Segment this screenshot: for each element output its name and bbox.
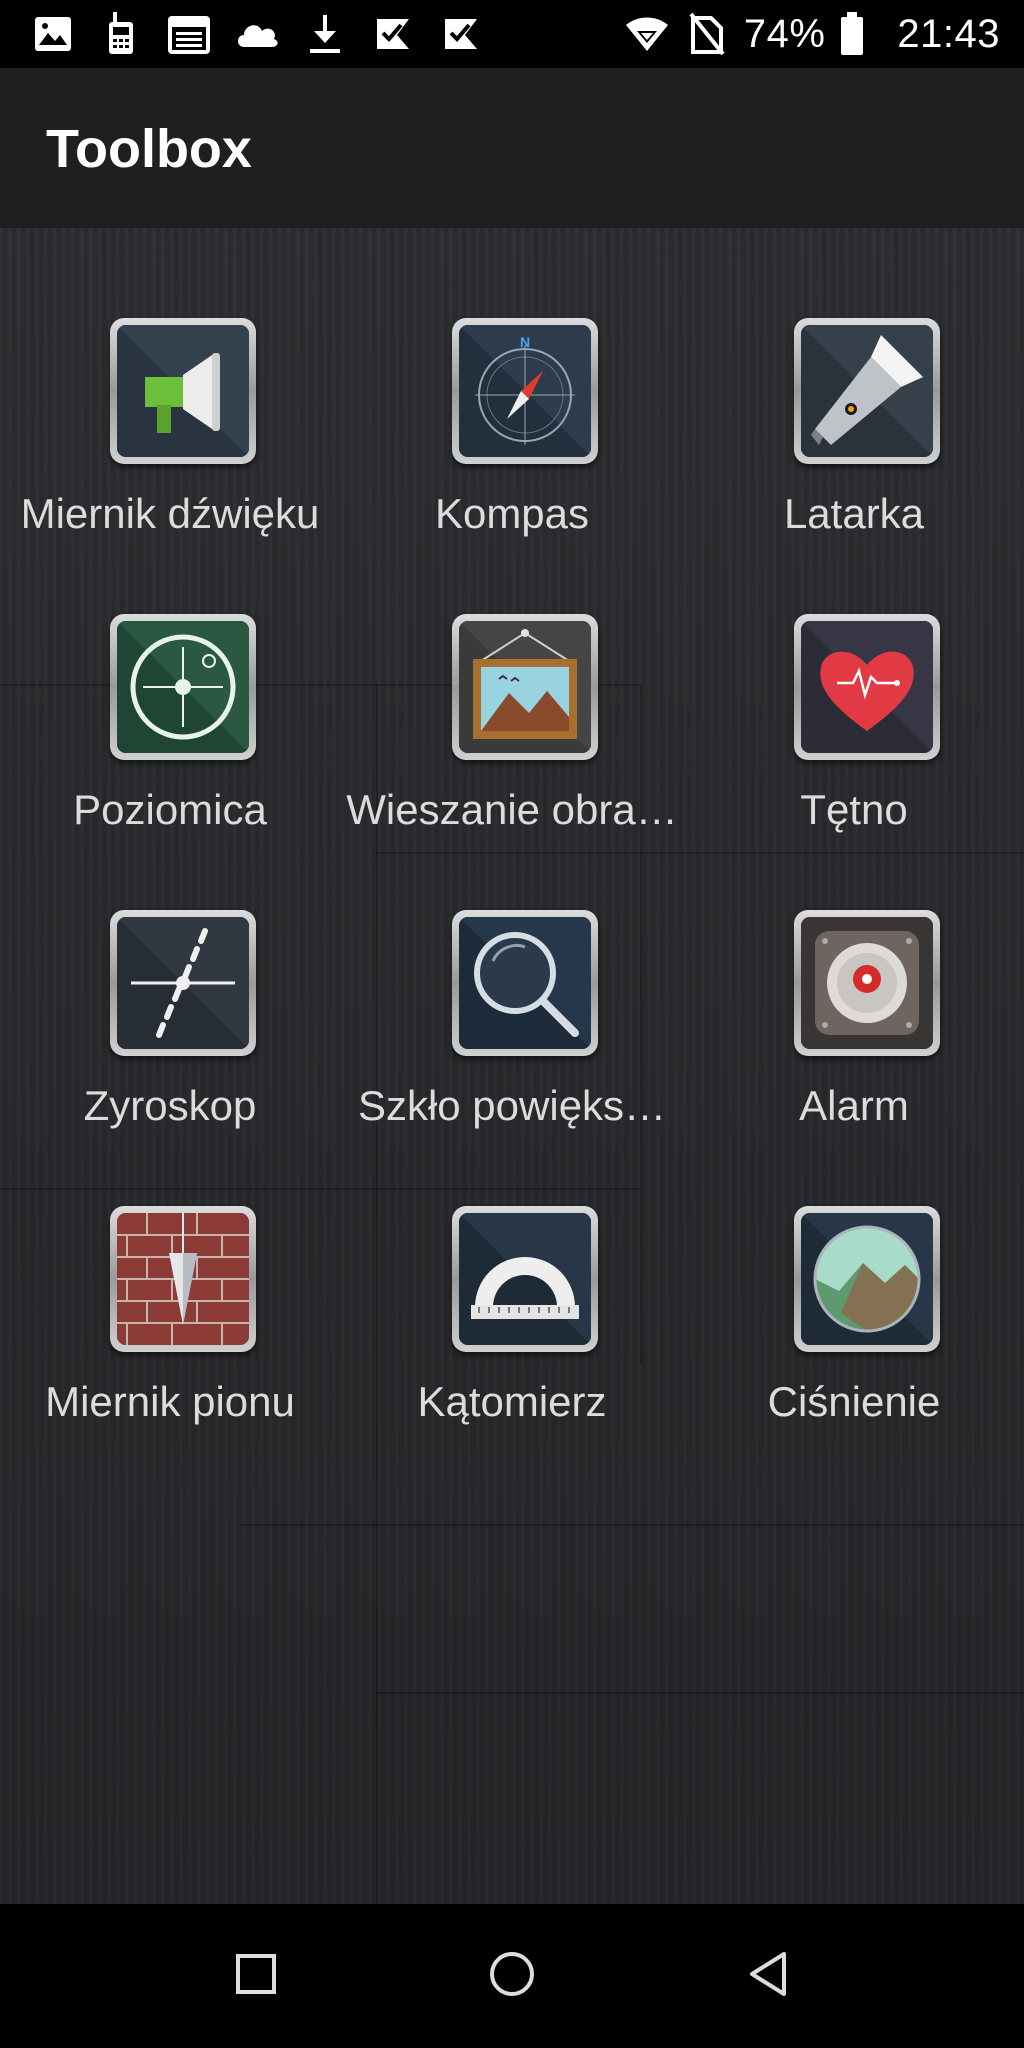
- circle-icon: [488, 1950, 536, 2003]
- tool-label: Wieszanie obra…: [346, 786, 678, 833]
- tool-icon-frame: [110, 318, 256, 464]
- tool-label: Poziomica: [73, 786, 267, 833]
- tool-protractor[interactable]: Kątomierz: [342, 1206, 682, 1466]
- tool-picture-hanging[interactable]: Wieszanie obra…: [342, 614, 682, 874]
- plumb-bob-icon: [117, 1213, 249, 1345]
- tool-heart-rate[interactable]: Tętno: [684, 614, 1024, 874]
- cloud-icon: [234, 12, 280, 56]
- tool-icon-frame: [452, 614, 598, 760]
- app-bar: Toolbox: [0, 68, 1024, 228]
- alarm-icon: [801, 917, 933, 1049]
- tool-grid: Miernik dźwięku N Kompas Latarka Poziomi…: [0, 228, 1024, 1904]
- page-title: Toolbox: [46, 119, 252, 179]
- tool-label: Alarm: [799, 1082, 909, 1129]
- tool-pressure[interactable]: Ciśnienie: [684, 1206, 1024, 1466]
- navigation-bar: [0, 1904, 1024, 2048]
- tool-icon-frame: [110, 910, 256, 1056]
- tool-icon-frame: [452, 910, 598, 1056]
- tool-label: Kątomierz: [417, 1378, 607, 1425]
- tool-level[interactable]: Poziomica: [0, 614, 340, 874]
- flashlight-icon: [801, 325, 933, 457]
- tool-plumb[interactable]: Miernik pionu: [0, 1206, 340, 1466]
- check-flag-icon: [438, 12, 484, 56]
- system-icons: 74% 21:43: [624, 10, 1000, 58]
- tool-icon-frame: [452, 1206, 598, 1352]
- tool-icon-frame: [110, 614, 256, 760]
- tool-sound-meter[interactable]: Miernik dźwięku: [0, 318, 340, 578]
- status-bar: 74% 21:43: [0, 0, 1024, 68]
- compass-icon: N: [459, 325, 591, 457]
- protractor-icon: [459, 1213, 591, 1345]
- check-flag-icon: [370, 12, 416, 56]
- calendar-icon: [166, 12, 212, 56]
- tool-compass[interactable]: N Kompas: [342, 318, 682, 578]
- tool-alarm[interactable]: Alarm: [684, 910, 1024, 1170]
- tool-icon-frame: [794, 1206, 940, 1352]
- background-divider: [240, 1524, 1024, 1526]
- back-button[interactable]: [728, 1936, 808, 2016]
- no-sim-icon: [684, 12, 730, 56]
- tool-label: Ciśnienie: [767, 1378, 941, 1425]
- notification-icons: [30, 12, 484, 56]
- tool-label: Zyroskop: [83, 1082, 257, 1129]
- clock: 21:43: [897, 11, 1000, 56]
- tool-icon-frame: [110, 1206, 256, 1352]
- background-divider: [376, 1692, 1024, 1694]
- home-button[interactable]: [472, 1936, 552, 2016]
- tool-gyroscope[interactable]: Zyroskop: [0, 910, 340, 1170]
- magnifier-icon: [459, 917, 591, 1049]
- battery-icon: [839, 12, 865, 56]
- back-triangle-icon: [746, 1950, 790, 2003]
- square-icon: [234, 1952, 278, 2001]
- tool-label: Latarka: [783, 490, 925, 537]
- tool-flashlight[interactable]: Latarka: [684, 318, 1024, 578]
- tool-icon-frame: [794, 614, 940, 760]
- tool-icon-frame: [794, 910, 940, 1056]
- tool-icon-frame: N: [452, 318, 598, 464]
- recents-button[interactable]: [216, 1936, 296, 2016]
- tool-label: Szkło powięks…: [357, 1082, 667, 1129]
- background-divider: [0, 1188, 640, 1190]
- level-icon: [117, 621, 249, 753]
- tool-magnifier[interactable]: Szkło powięks…: [342, 910, 682, 1170]
- download-icon: [302, 12, 348, 56]
- tool-label: Miernik pionu: [45, 1378, 295, 1425]
- megaphone-icon: [117, 325, 249, 457]
- battery-percentage: 74%: [743, 11, 826, 56]
- picture-frame-icon: [459, 621, 591, 753]
- walkie-talkie-icon: [98, 12, 144, 56]
- gyroscope-icon: [117, 917, 249, 1049]
- barometer-icon: [801, 1213, 933, 1345]
- tool-label: Tętno: [800, 786, 908, 833]
- svg-text:N: N: [520, 334, 530, 350]
- heart-rate-icon: [801, 621, 933, 753]
- tool-icon-frame: [794, 318, 940, 464]
- wifi-icon: [624, 12, 670, 56]
- tool-label: Miernik dźwięku: [20, 490, 320, 537]
- image-icon: [30, 12, 76, 56]
- toolbox-screen: 74% 21:43 Toolbox Miernik dźwięku N Komp…: [0, 0, 1024, 2048]
- tool-label: Kompas: [434, 490, 590, 537]
